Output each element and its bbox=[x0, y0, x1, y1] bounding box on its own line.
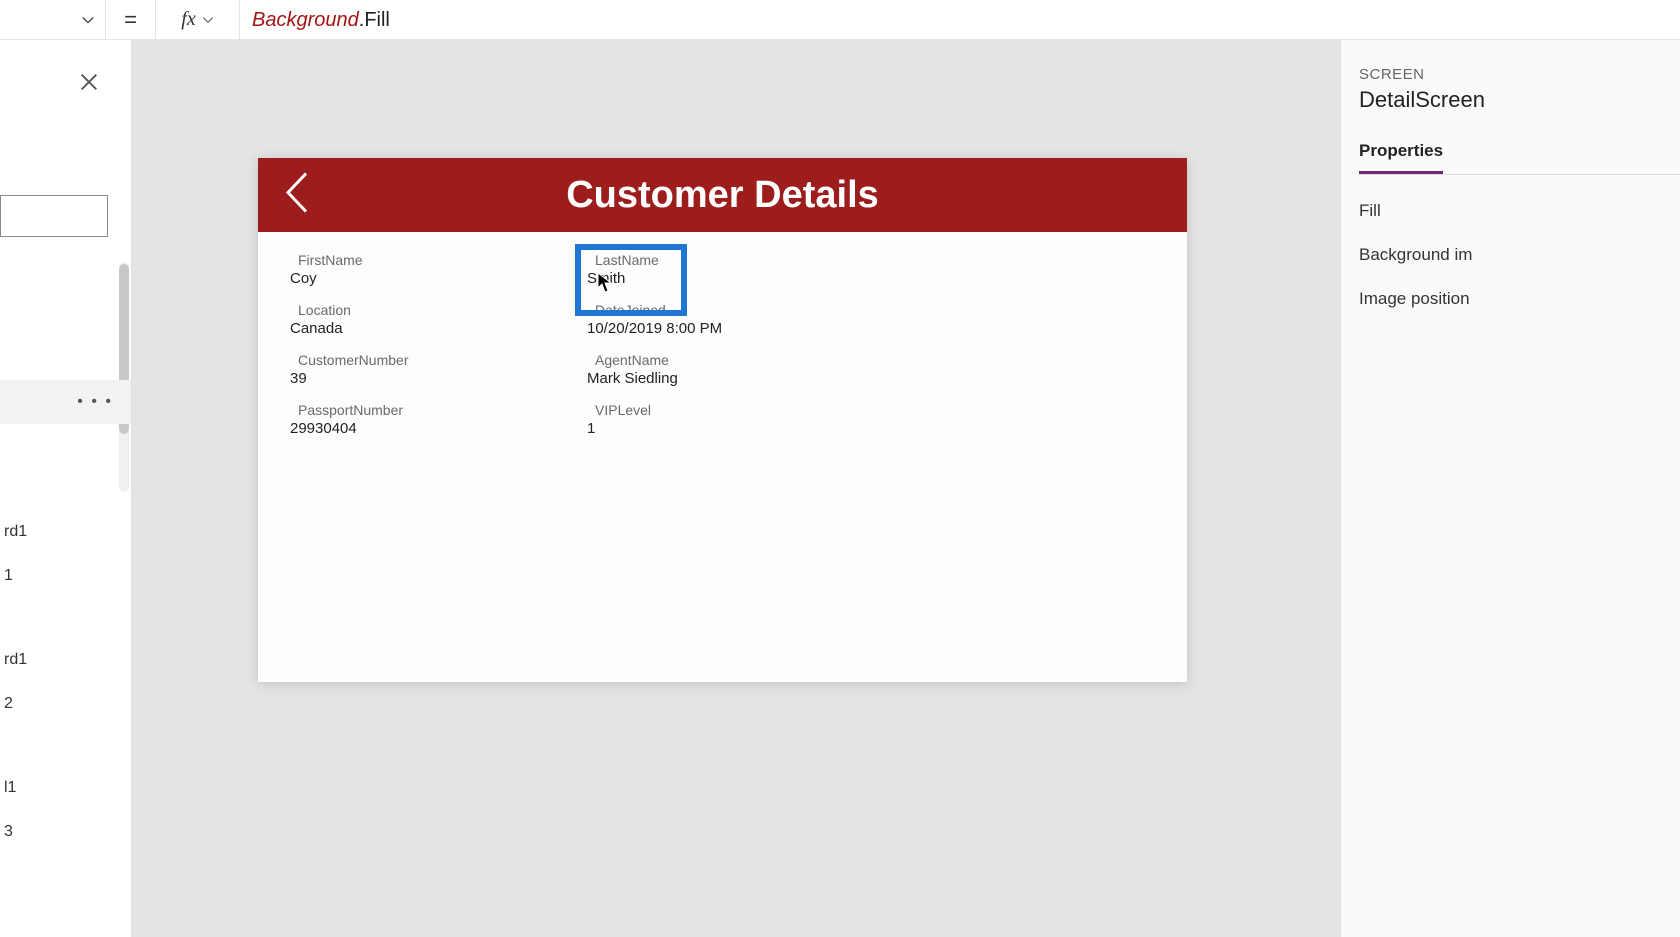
panel-screen-name: DetailScreen bbox=[1359, 87, 1680, 113]
formula-token-ref: Background bbox=[252, 9, 359, 31]
field-label: LastName bbox=[595, 252, 876, 268]
tree-row[interactable]: rd1 bbox=[0, 510, 131, 554]
tree-row[interactable]: 2 bbox=[0, 682, 131, 726]
tree-row-label: 1 bbox=[4, 567, 13, 585]
field-value: Coy bbox=[290, 270, 579, 287]
screen-header: Customer Details bbox=[258, 158, 1187, 232]
field-viplevel[interactable]: VIPLevel 1 bbox=[585, 400, 882, 450]
field-label: DateJoined bbox=[595, 302, 876, 318]
tree-row[interactable]: rd1 bbox=[0, 638, 131, 682]
panel-kind-label: SCREEN bbox=[1359, 66, 1680, 83]
field-label: Location bbox=[298, 302, 579, 318]
field-value: 29930404 bbox=[290, 420, 579, 437]
tree-row-label: l1 bbox=[4, 779, 16, 797]
detail-screen[interactable]: Customer Details FirstName Coy LastName … bbox=[258, 158, 1187, 682]
tree-row[interactable]: 3 bbox=[0, 810, 131, 854]
field-value: 1 bbox=[587, 420, 876, 437]
field-value: Canada bbox=[290, 320, 579, 337]
tree-row-label: 3 bbox=[4, 823, 13, 841]
panel-property-list: Fill Background im Image position bbox=[1359, 201, 1680, 309]
tree-row-label: rd1 bbox=[4, 651, 27, 669]
field-value: Mark Siedling bbox=[587, 370, 876, 387]
formula-input[interactable]: Background.Fill bbox=[240, 7, 1680, 32]
tree-row-more[interactable]: • • • bbox=[77, 393, 113, 411]
fx-label: fx bbox=[181, 8, 195, 31]
tree-row[interactable]: l1 bbox=[0, 766, 131, 810]
tree-row[interactable]: 1 bbox=[0, 554, 131, 598]
formula-token-prop: Fill bbox=[364, 9, 390, 31]
prop-background-image[interactable]: Background im bbox=[1359, 245, 1680, 265]
tree-row-label: rd1 bbox=[4, 523, 27, 541]
field-value: Smith bbox=[587, 270, 876, 287]
field-location[interactable]: Location Canada bbox=[288, 300, 585, 350]
chevron-down-icon bbox=[202, 14, 214, 26]
panel-tabs: Properties bbox=[1359, 141, 1680, 175]
chevron-left-icon bbox=[282, 170, 312, 216]
tree-nodes: • • • rd1 1 rd1 2 l1 3 bbox=[0, 380, 131, 854]
tree-search-input[interactable] bbox=[0, 195, 108, 237]
field-label: PassportNumber bbox=[298, 402, 579, 418]
detail-form[interactable]: FirstName Coy LastName Smith Location Ca… bbox=[258, 232, 1187, 468]
tree-row-selected[interactable]: • • • bbox=[0, 380, 131, 424]
field-value: 10/20/2019 8:00 PM bbox=[587, 320, 876, 337]
field-customernumber[interactable]: CustomerNumber 39 bbox=[288, 350, 585, 400]
tab-properties[interactable]: Properties bbox=[1359, 141, 1443, 174]
prop-image-position[interactable]: Image position bbox=[1359, 289, 1680, 309]
field-passportnumber[interactable]: PassportNumber 29930404 bbox=[288, 400, 585, 450]
properties-panel: SCREEN DetailScreen Properties Fill Back… bbox=[1340, 40, 1680, 937]
field-lastname[interactable]: LastName Smith bbox=[585, 250, 882, 300]
field-agentname[interactable]: AgentName Mark Siedling bbox=[585, 350, 882, 400]
field-label: FirstName bbox=[298, 252, 579, 268]
prop-fill[interactable]: Fill bbox=[1359, 201, 1680, 221]
close-icon bbox=[78, 71, 100, 93]
field-value: 39 bbox=[290, 370, 579, 387]
tree-panel: • • • rd1 1 rd1 2 l1 3 bbox=[0, 40, 132, 937]
screen-title: Customer Details bbox=[566, 174, 879, 217]
tree-row-label: 2 bbox=[4, 695, 13, 713]
equals-label: = bbox=[106, 0, 156, 40]
canvas-area[interactable]: Customer Details FirstName Coy LastName … bbox=[132, 40, 1340, 937]
property-dropdown[interactable] bbox=[0, 0, 106, 40]
field-firstname[interactable]: FirstName Coy bbox=[288, 250, 585, 300]
back-button[interactable] bbox=[282, 170, 312, 221]
fx-button[interactable]: fx bbox=[156, 0, 240, 40]
field-label: VIPLevel bbox=[595, 402, 876, 418]
field-datejoined[interactable]: DateJoined 10/20/2019 8:00 PM bbox=[585, 300, 882, 350]
chevron-down-icon bbox=[81, 13, 95, 27]
close-tree-button[interactable] bbox=[75, 68, 103, 96]
field-label: CustomerNumber bbox=[298, 352, 579, 368]
field-label: AgentName bbox=[595, 352, 876, 368]
formula-bar: = fx Background.Fill bbox=[0, 0, 1680, 40]
